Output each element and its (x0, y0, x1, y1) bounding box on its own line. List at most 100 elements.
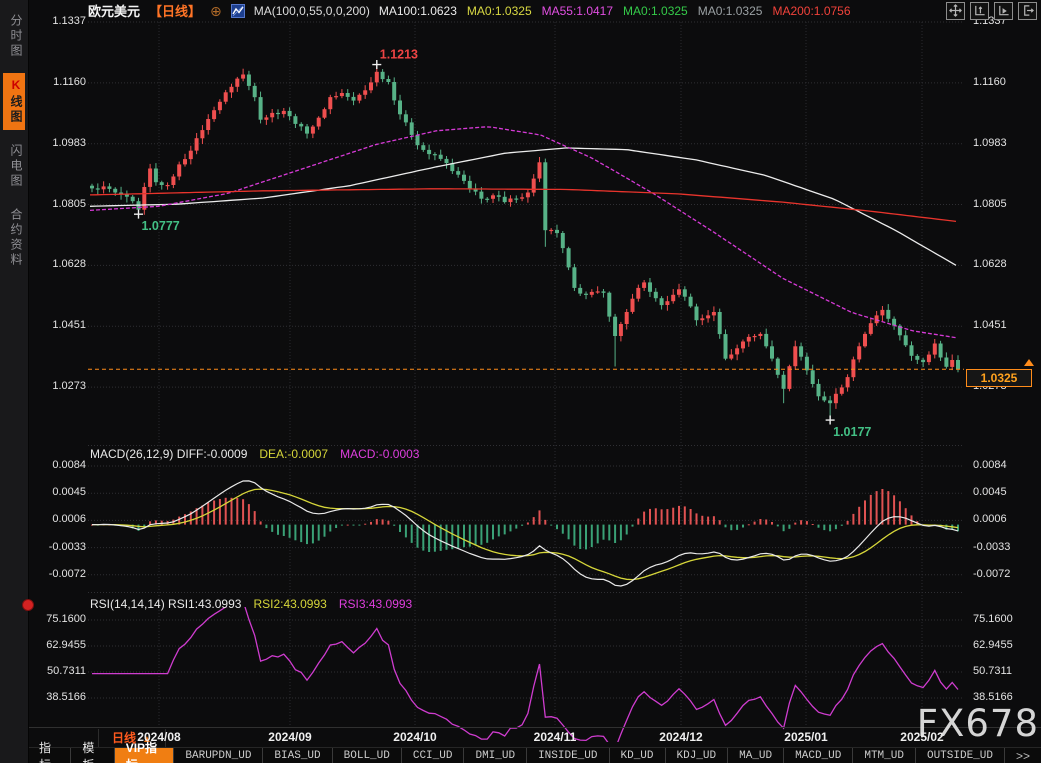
indicator-value-label: MACD(26,12,9) DIFF:-0.0009 (90, 447, 247, 461)
watermark: FX678 (917, 702, 1039, 745)
rsi-axis-label: 62.9455 (24, 639, 86, 651)
add-indicator-icon[interactable]: ⊕ (210, 4, 222, 18)
rsi-label-row: RSI(14,14,14) RSI1:43.0993 RSI2:43.0993 RS… (90, 597, 412, 611)
indicator-value-label: MACD:-0.0003 (340, 447, 419, 461)
ma-value-label: MA100:1.0623 (379, 4, 457, 18)
indicator-tab-BIAS_UD[interactable]: BIAS_UD (263, 748, 332, 763)
chart-toolbar (946, 2, 1037, 20)
trading-app-window: 1.1213 1.0777 1.0177 分时图 K线图闪电图合约资料 欧元美元 【日… (0, 0, 1041, 763)
macd-axis-label: -0.0072 (973, 568, 1010, 580)
price-axis-label: 1.0628 (973, 258, 1007, 270)
price-annotations: 1.1213 1.0777 1.0177 (134, 48, 871, 439)
indicator-tab->>[interactable]: >> (1005, 748, 1041, 763)
indicator-tab-CCI_UD[interactable]: CCI_UD (402, 748, 465, 763)
price-axis-label: 1.1337 (24, 15, 86, 27)
macd-axis-label: 0.0045 (973, 486, 1007, 498)
indicator-tab-模板[interactable]: 模板 (71, 748, 114, 763)
price-marker-icon[interactable] (1024, 359, 1034, 366)
indicator-tab-bar: 指标模板VIP指标BARUPDN_UDBIAS_UDBOLL_UDCCI_UDD… (28, 747, 1041, 763)
indicator-tab-MA_UD[interactable]: MA_UD (728, 748, 784, 763)
macd-pane (91, 481, 959, 586)
ma-value-label: MA0:1.0325 (623, 4, 688, 18)
auto-scroll-icon[interactable] (994, 2, 1013, 20)
period-tag[interactable]: 【日线】 (149, 1, 201, 20)
svg-text:1.0177: 1.0177 (833, 425, 871, 439)
price-axis-label: 1.0628 (24, 258, 86, 270)
rsi-axis-label: 62.9455 (973, 639, 1013, 651)
indicator-value-label: RSI2:43.0993 (253, 597, 326, 611)
indicator-value-label: RSI3:43.0993 (339, 597, 412, 611)
sidebar: 分时图 K线图闪电图合约资料 (0, 0, 29, 763)
price-axis-label: 1.0805 (24, 198, 86, 210)
ma200-line (90, 189, 956, 222)
ma-value-label: MA0:1.0325 (698, 4, 763, 18)
svg-text:1.1213: 1.1213 (380, 48, 418, 62)
ma-value-label: MA55:1.0417 (542, 4, 613, 18)
ma-value-label: MA200:1.0756 (772, 4, 850, 18)
indicator-tab-KDJ_UD[interactable]: KDJ_UD (666, 748, 729, 763)
indicator-tab-VIP指标[interactable]: VIP指标 (115, 748, 175, 763)
sidebar-item-K线图[interactable]: K线图 (3, 73, 25, 130)
candles-layer (90, 65, 960, 421)
ma-values-row: MA100:1.0623 MA0:1.0325 MA55:1.0417 MA0:1.0… (379, 4, 851, 18)
grid-lines (88, 22, 964, 726)
price-axis-label: 1.0983 (24, 137, 86, 149)
date-label: 2025/01 (784, 730, 827, 744)
price-axis-label: 1.0451 (24, 319, 86, 331)
price-axis-label: 1.0273 (24, 380, 86, 392)
macd-axis-label: 0.0084 (24, 459, 86, 471)
price-axis-label: 1.1160 (973, 76, 1006, 88)
macd-axis-label: -0.0033 (973, 541, 1010, 553)
macd-axis-label: 0.0045 (24, 486, 86, 498)
date-label: 2024/11 (534, 730, 577, 744)
macd-axis-label: -0.0033 (24, 541, 86, 553)
sidebar-item-合约资料[interactable]: 合约资料 (3, 203, 25, 273)
indicator-tab-BOLL_UD[interactable]: BOLL_UD (333, 748, 402, 763)
macd-axis-label: 0.0084 (973, 459, 1007, 471)
symbol-name: 欧元美元 (88, 1, 140, 20)
price-axis-label: 1.0983 (973, 137, 1007, 149)
indicator-tab-DMI_UD[interactable]: DMI_UD (464, 748, 527, 763)
date-label: 2024/10 (393, 730, 436, 744)
rsi-axis-label: 75.1600 (24, 613, 86, 625)
ma-settings-label: MA(100,0,55,0,0,200) (254, 4, 370, 18)
chart-canvas[interactable]: 1.1213 1.0777 1.0177 (0, 0, 1041, 763)
indicator-tab-MACD_UD[interactable]: MACD_UD (784, 748, 853, 763)
current-price-tag: 1.0325 (966, 369, 1032, 387)
ma55-line (90, 127, 956, 338)
indicator-tab-KD_UD[interactable]: KD_UD (610, 748, 666, 763)
date-label: 2024/09 (268, 730, 311, 744)
indicator-value-label: DEA:-0.0007 (259, 447, 328, 461)
macd-label-row: MACD(26,12,9) DIFF:-0.0009 DEA:-0.0007 MAC… (90, 447, 419, 461)
chart-thumbnail-icon (231, 4, 245, 18)
sidebar-item-闪电图[interactable]: 闪电图 (3, 139, 25, 194)
indicator-tab-MTM_UD[interactable]: MTM_UD (853, 748, 916, 763)
time-axis: 日线▲ 2024/082024/092024/102024/112024/122… (28, 727, 1041, 747)
record-dot-icon (22, 599, 34, 611)
macd-axis-label: 0.0006 (24, 513, 86, 525)
indicator-value-label: RSI(14,14,14) RSI1:43.0993 (90, 597, 241, 611)
chart-header: 欧元美元 【日线】 ⊕ MA(100,0,55,0,0,200) MA100:1… (88, 0, 1037, 21)
rsi-axis-label: 50.7311 (973, 665, 1012, 677)
pan-crosshair-icon[interactable] (946, 2, 965, 20)
diff-line (92, 481, 958, 586)
price-axis-label: 1.1160 (24, 76, 86, 88)
price-axis-label: 1.0805 (973, 198, 1007, 210)
dea-line (92, 489, 958, 579)
indicator-tab-INSIDE_UD[interactable]: INSIDE_UD (527, 748, 609, 763)
indicator-tab-OUTSIDE_UD[interactable]: OUTSIDE_UD (916, 748, 1005, 763)
ma-value-label: MA0:1.0325 (467, 4, 532, 18)
rsi-axis-label: 75.1600 (973, 613, 1013, 625)
exit-chart-icon[interactable] (1018, 2, 1037, 20)
sidebar-item-分时图[interactable]: 分时图 (3, 9, 25, 64)
current-price-value: 1.0325 (981, 371, 1018, 385)
rsi-axis-label: 50.7311 (24, 665, 86, 677)
indicator-tab-BARUPDN_UD[interactable]: BARUPDN_UD (174, 748, 263, 763)
left-axis: 1.1337 1.1160 1.0983 1.0805 1.0628 1.0451 1.02… (24, 0, 86, 763)
price-axis-label: 1.0451 (973, 319, 1007, 331)
macd-axis-label: 0.0006 (973, 513, 1007, 525)
rsi-axis-label: 38.5166 (24, 691, 86, 703)
fit-y-axis-icon[interactable] (970, 2, 989, 20)
svg-text:1.0777: 1.0777 (141, 219, 179, 233)
indicator-tab-指标[interactable]: 指标 (28, 748, 71, 763)
